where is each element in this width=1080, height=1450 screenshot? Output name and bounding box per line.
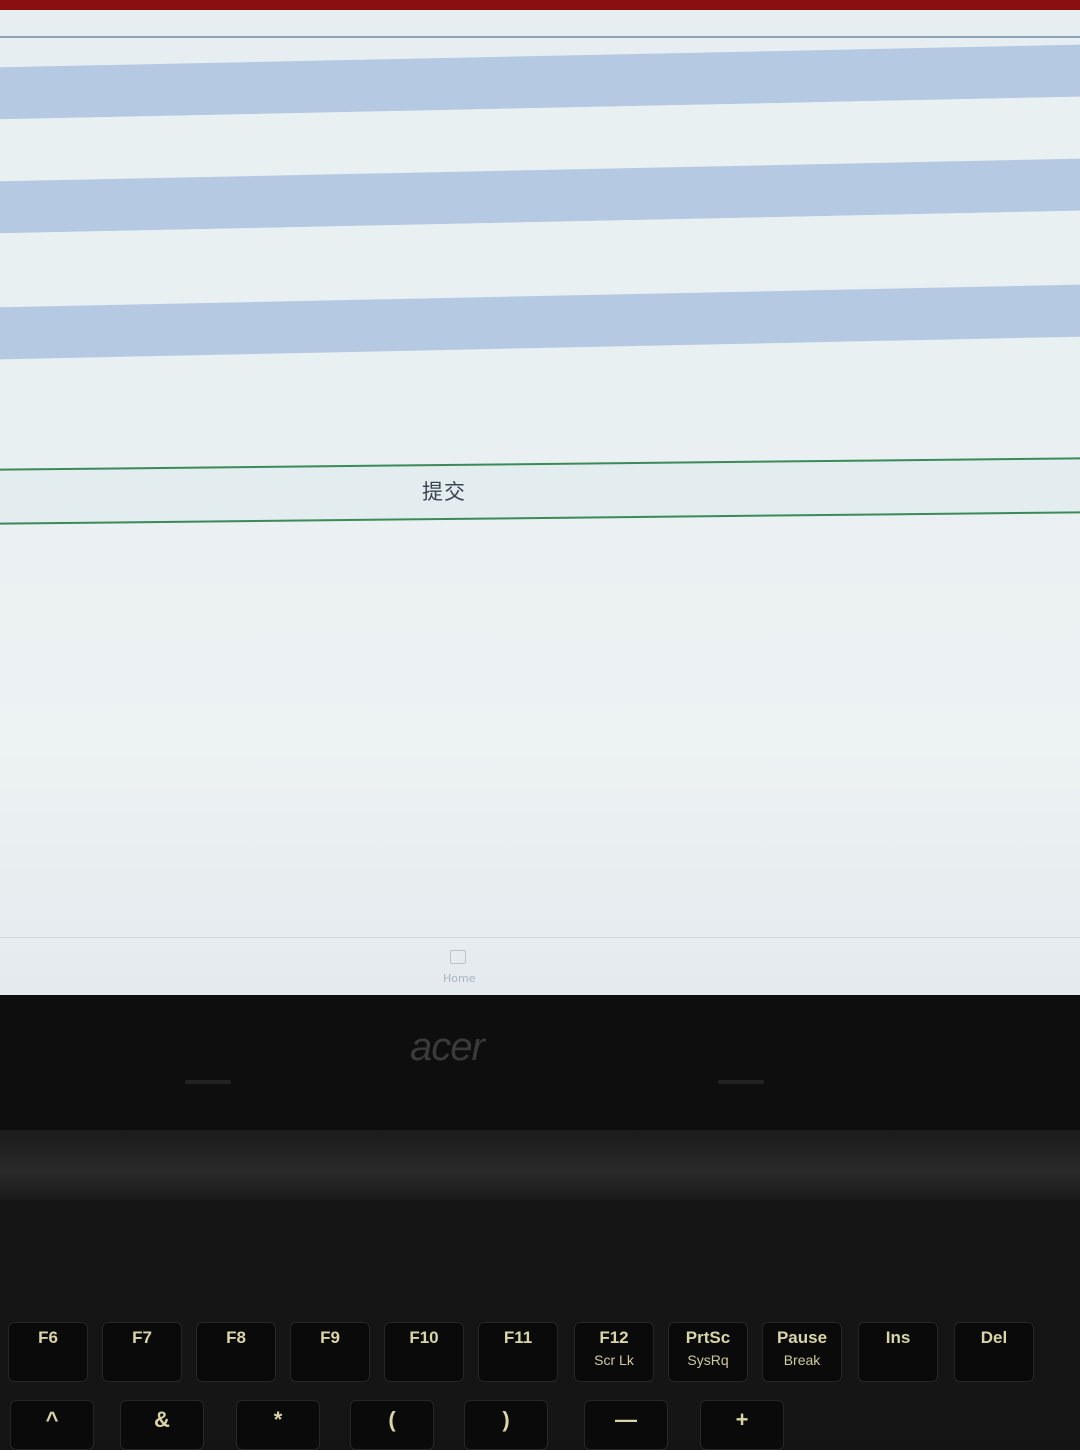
keyboard-key: F12 Scr Lk: [574, 1322, 654, 1382]
keyboard-key: F9: [290, 1322, 370, 1382]
key-label: F12: [599, 1328, 629, 1347]
keyboard-key: &: [120, 1400, 204, 1450]
bezel-hinge: [185, 1080, 231, 1084]
laptop-screen: 提交 Home: [0, 0, 1080, 995]
keyboard-key: ^: [10, 1400, 94, 1450]
keyboard-key: PrtSc SysRq: [668, 1322, 748, 1382]
home-icon[interactable]: [450, 950, 466, 964]
submit-button-label[interactable]: 提交: [422, 476, 466, 506]
key-label: Del: [980, 1328, 1008, 1347]
keyboard-key: Del: [954, 1322, 1034, 1382]
tab-bar-divider: [0, 937, 1080, 938]
keyboard-key: (: [350, 1400, 434, 1450]
keyboard-key: *: [236, 1400, 320, 1450]
keyboard-key: ): [464, 1400, 548, 1450]
keyboard-key: +: [700, 1400, 784, 1450]
key-sublabel: Break: [783, 1352, 821, 1368]
key-label: F9: [320, 1328, 340, 1347]
screen-bezel: [0, 995, 1080, 1130]
submit-button[interactable]: [0, 457, 1080, 525]
keyboard-key: F11: [478, 1322, 558, 1382]
keyboard-key: —: [584, 1400, 668, 1450]
form-row[interactable]: [0, 338, 1080, 462]
keyboard-key: F10: [384, 1322, 464, 1382]
keyboard-key: F6: [8, 1322, 88, 1382]
keyboard-key: F7: [102, 1322, 182, 1382]
brand-logo: acer: [410, 1025, 485, 1069]
key-sublabel: Scr Lk: [594, 1352, 634, 1368]
keyboard-key: Ins: [858, 1322, 938, 1382]
key-label: Ins: [885, 1328, 911, 1347]
key-label: F7: [132, 1328, 152, 1347]
bezel-hinge: [718, 1080, 764, 1084]
key-label: F6: [38, 1328, 58, 1347]
key-label: Pause: [776, 1328, 828, 1347]
keyboard-key: Pause Break: [762, 1322, 842, 1382]
laptop-deck: [0, 1130, 1080, 1200]
key-label: PrtSc: [685, 1328, 731, 1347]
window-top-edge: [0, 0, 1080, 10]
key-label: F8: [226, 1328, 246, 1347]
keyboard-key: F8: [196, 1322, 276, 1382]
tab-home-label[interactable]: Home: [443, 972, 475, 985]
key-label: F11: [503, 1328, 533, 1347]
form-header-row: [0, 10, 1080, 38]
key-sublabel: SysRq: [687, 1352, 729, 1368]
key-label: F10: [409, 1328, 439, 1347]
